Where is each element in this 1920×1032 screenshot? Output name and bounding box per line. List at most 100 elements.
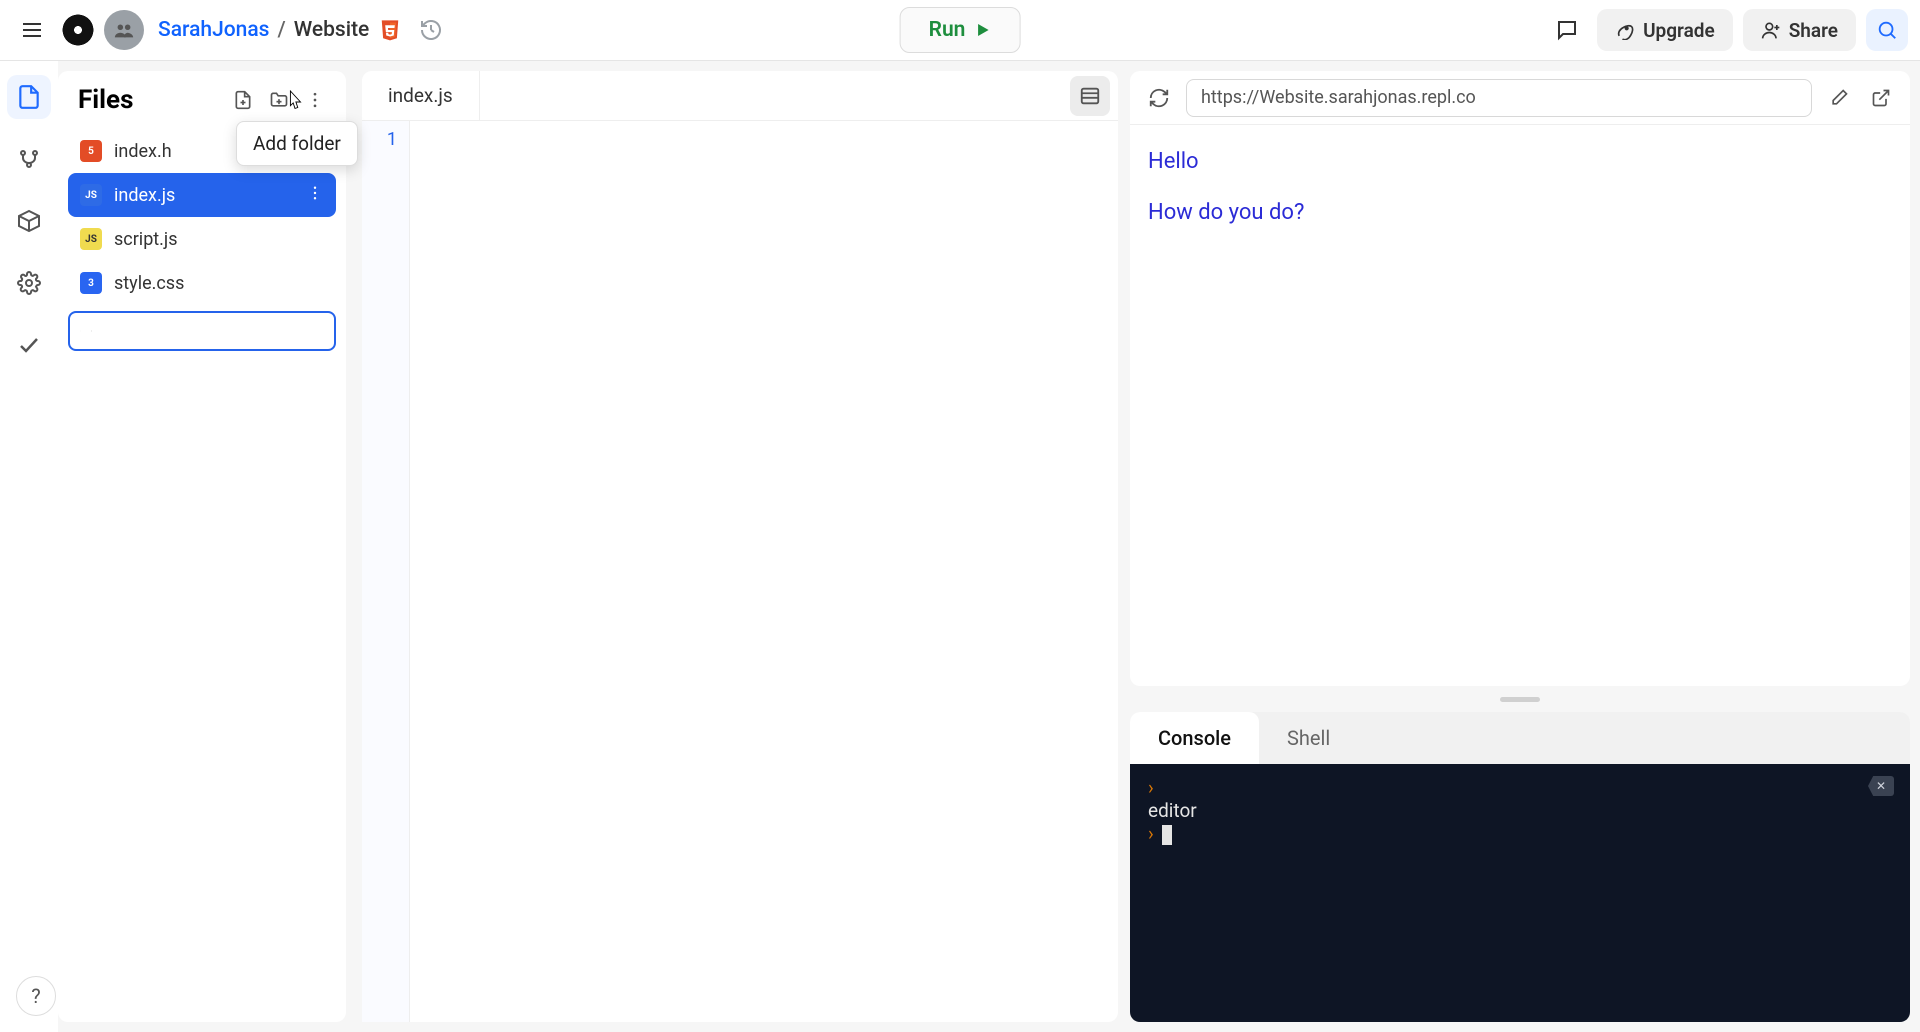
run-button-label: Run <box>929 18 966 42</box>
search-icon <box>1876 19 1898 41</box>
add-file-button[interactable] <box>228 85 258 115</box>
run-button[interactable]: Run <box>900 7 1021 53</box>
share-button[interactable]: Share <box>1743 9 1856 51</box>
line-number: 1 <box>362 129 397 150</box>
breadcrumb: SarahJonas / Website <box>158 18 369 42</box>
rail-version-control-button[interactable] <box>7 137 51 181</box>
breadcrumb-project: Website <box>294 18 370 42</box>
file-row-index-js[interactable]: JS index.js <box>68 173 336 217</box>
console-body[interactable]: ✕ › editor › <box>1130 764 1910 1022</box>
js-file-icon: JS <box>80 228 102 250</box>
js-file-icon: JS <box>80 184 102 206</box>
chevron-right-icon <box>80 324 81 338</box>
history-button[interactable] <box>411 10 451 50</box>
pencil-icon <box>1829 88 1849 108</box>
preview-panel: Hello How do you do? <box>1130 71 1910 686</box>
chat-button[interactable] <box>1547 10 1587 50</box>
line-number-gutter: 1 <box>362 121 410 1022</box>
group-icon <box>113 19 135 41</box>
check-icon <box>17 333 41 357</box>
more-vertical-icon <box>306 184 324 202</box>
rocket-icon <box>1615 20 1635 40</box>
file-name-label: style.css <box>114 273 184 294</box>
editor-layout-button[interactable] <box>1070 76 1110 116</box>
rail-tests-button[interactable] <box>7 323 51 367</box>
file-icon <box>16 84 42 110</box>
console-tab-shell[interactable]: Shell <box>1259 712 1358 764</box>
top-right-actions: Upgrade Share <box>1547 9 1908 51</box>
console-prompt-icon: › <box>1148 822 1154 845</box>
folder-icon <box>91 322 92 340</box>
layout-icon <box>1079 85 1101 107</box>
hamburger-icon <box>20 18 44 42</box>
preview-toolbar <box>1130 71 1910 125</box>
user-avatar[interactable] <box>104 10 144 50</box>
gear-icon <box>17 271 41 295</box>
console-panel: Console Shell ✕ › editor › <box>1130 712 1910 1022</box>
file-name-label: index.js <box>114 185 175 206</box>
add-folder-tooltip: Add folder <box>236 121 358 166</box>
replit-logo-icon[interactable] <box>60 12 96 48</box>
breadcrumb-separator: / <box>277 18 285 42</box>
help-button[interactable]: ? <box>16 976 56 1016</box>
folder-plus-icon <box>269 90 289 110</box>
history-icon <box>419 18 443 42</box>
user-plus-icon <box>1761 20 1781 40</box>
upgrade-button[interactable]: Upgrade <box>1597 9 1733 51</box>
css-file-icon: 3 <box>80 272 102 294</box>
preview-url-input[interactable] <box>1186 79 1812 117</box>
files-panel: Files Add folder 5 index.h <box>58 71 346 1022</box>
file-row-style-css[interactable]: 3 style.css <box>68 261 336 305</box>
html-file-icon: 5 <box>80 140 102 162</box>
file-name-label: script.js <box>114 229 178 250</box>
console-prompt-icon: › <box>1148 776 1154 799</box>
file-name-label: index.h <box>114 141 172 162</box>
hamburger-menu-button[interactable] <box>12 10 52 50</box>
play-icon <box>973 21 991 39</box>
editor-tab-strip: index.js <box>362 71 1118 121</box>
refresh-icon <box>1148 87 1170 109</box>
left-rail <box>0 61 58 1032</box>
editor-panel: index.js 1 <box>362 71 1118 1022</box>
files-panel-header: Files Add folder <box>58 81 346 129</box>
workspace: Files Add folder 5 index.h <box>0 61 1920 1032</box>
breadcrumb-user-link[interactable]: SarahJonas <box>158 18 269 42</box>
preview-line-1: Hello <box>1148 145 1892 178</box>
code-area[interactable] <box>410 121 1118 1022</box>
file-row-more-button[interactable] <box>306 184 324 207</box>
upgrade-label: Upgrade <box>1643 19 1715 42</box>
editor-tab-label: index.js <box>388 84 453 107</box>
rail-files-button[interactable] <box>7 75 51 119</box>
panel-resize-handle[interactable] <box>1130 694 1910 704</box>
package-icon <box>17 209 41 233</box>
file-row-script-js[interactable]: JS script.js <box>68 217 336 261</box>
add-folder-button[interactable] <box>264 85 294 115</box>
file-plus-icon <box>233 90 253 110</box>
console-output-line: editor <box>1148 799 1892 822</box>
console-tab-strip: Console Shell <box>1130 712 1910 764</box>
preview-open-external-button[interactable] <box>1866 83 1896 113</box>
rail-packages-button[interactable] <box>7 199 51 243</box>
new-folder-name-input[interactable] <box>102 321 324 341</box>
branch-icon <box>17 147 41 171</box>
editor-body[interactable]: 1 <box>362 121 1118 1022</box>
console-tab-console[interactable]: Console <box>1130 712 1259 764</box>
console-clear-button[interactable]: ✕ <box>1868 776 1894 796</box>
external-link-icon <box>1871 88 1891 108</box>
chat-icon <box>1555 18 1579 42</box>
new-folder-input-row[interactable] <box>68 311 336 351</box>
more-vertical-icon <box>305 90 325 110</box>
search-button[interactable] <box>1866 9 1908 51</box>
files-panel-title: Files <box>78 85 228 115</box>
help-icon: ? <box>31 984 40 1008</box>
preview-content: Hello How do you do? <box>1130 125 1910 686</box>
share-label: Share <box>1789 19 1838 42</box>
preview-refresh-button[interactable] <box>1144 83 1174 113</box>
preview-line-2: How do you do? <box>1148 196 1892 229</box>
rail-settings-button[interactable] <box>7 261 51 305</box>
editor-tab-index-js[interactable]: index.js <box>362 71 480 120</box>
files-more-button[interactable] <box>300 85 330 115</box>
top-bar: SarahJonas / Website Run Upgrade Share <box>0 0 1920 61</box>
preview-edit-button[interactable] <box>1824 83 1854 113</box>
console-cursor <box>1162 825 1172 845</box>
